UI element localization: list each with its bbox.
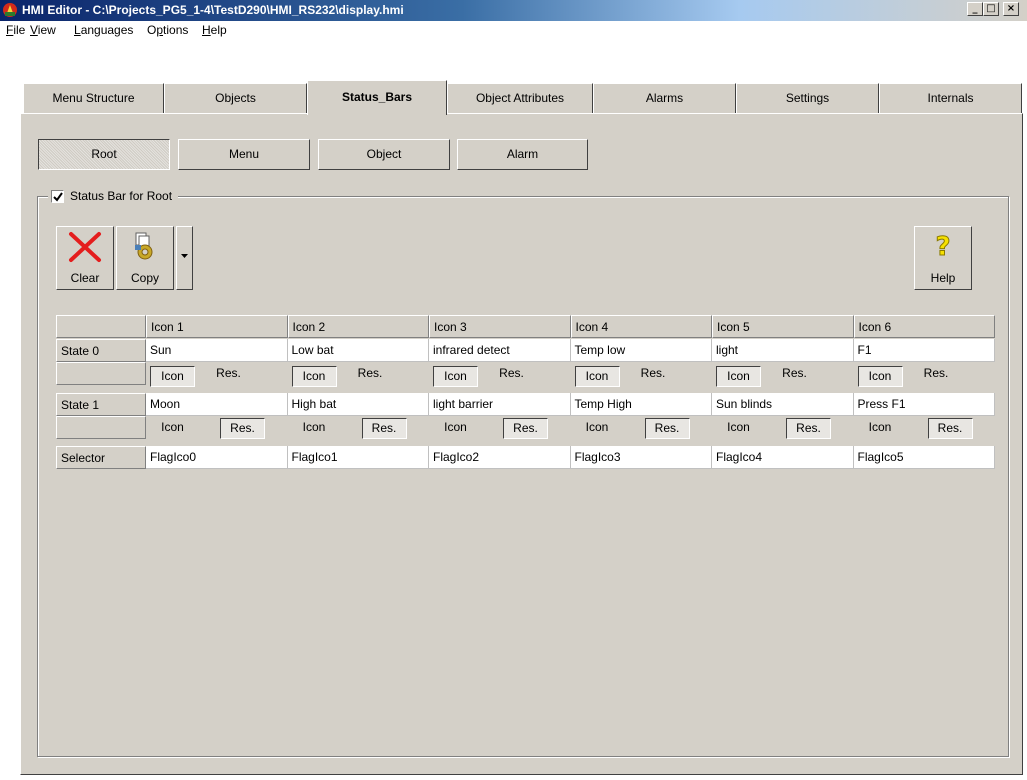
state1-res-button[interactable]: Res. [927,418,973,439]
object-button[interactable]: Object [318,139,450,170]
menu-file[interactable]: File [6,23,25,37]
svg-text:?: ? [935,232,950,261]
state0-icon-button[interactable]: Icon [716,366,761,387]
menu-button[interactable]: Menu [178,139,310,170]
status-bar-checkbox[interactable]: Status Bar for Root [48,188,179,204]
minimize-button[interactable]: _ [967,2,983,16]
state1-icon-button[interactable]: Icon [433,418,478,439]
tab-alarms[interactable]: Alarms [593,83,736,113]
check-icon [53,191,63,202]
root-button[interactable]: Root [38,139,170,170]
state1-text-cell[interactable]: Temp High [570,393,712,416]
chevron-down-icon [181,254,188,258]
row-label-state0: State 0 [56,339,146,362]
selector-text-cell[interactable]: FlagIco5 [853,446,995,469]
state0-icon-button[interactable]: Icon [857,366,903,387]
copy-dropdown-button[interactable] [176,226,193,290]
state0-text-cell[interactable]: Sun [146,339,288,362]
checkbox-box[interactable] [51,189,64,203]
tab-settings[interactable]: Settings [736,83,879,113]
state0-res-button[interactable]: Res. [489,364,534,385]
status-bar-label: Status Bar for Root [70,189,173,203]
row-label-selector: Selector [56,446,146,469]
row-label-state1: State 1 [56,393,146,416]
state1-text-cell[interactable]: Sun blinds [712,393,854,416]
state1-res-button[interactable]: Res. [503,418,548,439]
state1-text-cell[interactable]: Moon [146,393,288,416]
row-label-blank [56,362,146,385]
selector-text-cell[interactable]: FlagIco1 [287,446,429,469]
state0-text-cell[interactable]: Temp low [570,339,712,362]
state1-icon-button[interactable]: Icon [716,418,761,439]
menu-languages[interactable]: Languages [74,23,133,37]
close-button[interactable]: × [1003,2,1019,16]
state0-text-cell[interactable]: light [712,339,854,362]
state1-icon-button[interactable]: Icon [150,418,195,439]
state0-icon-button[interactable]: Icon [291,366,337,387]
state0-res-button[interactable]: Res. [631,364,676,385]
alarm-button[interactable]: Alarm [457,139,588,170]
column-header: Icon 5 [712,315,854,338]
clear-button[interactable]: Clear [56,226,114,290]
selector-text-cell[interactable]: FlagIco3 [570,446,712,469]
maximize-button[interactable]: □ [983,2,999,16]
tab-objects[interactable]: Objects [164,83,307,113]
copy-button[interactable]: Copy [116,226,174,290]
hmi-editor-window: HMI Editor - C:\Projects_PG5_1-4\TestD29… [0,0,1027,780]
selector-text-cell[interactable]: FlagIco2 [429,446,571,469]
state0-text-cell[interactable]: infrared detect [429,339,571,362]
tab-internals[interactable]: Internals [879,83,1022,113]
state0-res-button[interactable]: Res. [348,364,393,385]
menu-options[interactable]: Options [147,23,188,37]
state1-text-cell[interactable]: High bat [287,393,429,416]
selector-text-cell[interactable]: FlagIco0 [146,446,288,469]
state0-icon-button[interactable]: Icon [150,366,195,387]
state0-text-cell[interactable]: F1 [853,339,995,362]
state1-text-cell[interactable]: Press F1 [853,393,995,416]
copy-label: Copy [130,271,159,285]
state0-res-button[interactable]: Res. [914,364,959,385]
state1-text-cell[interactable]: light barrier [429,393,571,416]
state1-res-button[interactable]: Res. [220,418,265,439]
selector-text-cell[interactable]: FlagIco4 [712,446,854,469]
state1-res-button[interactable]: Res. [361,418,407,439]
state1-res-button[interactable]: Res. [786,418,831,439]
title-bar[interactable]: HMI Editor - C:\Projects_PG5_1-4\TestD29… [0,0,1027,21]
tab-object-attributes[interactable]: Object Attributes [447,83,593,113]
state0-text-cell[interactable]: Low bat [287,339,429,362]
help-label: Help [930,271,956,285]
tab-status-bars[interactable]: Status_Bars [307,80,447,115]
state1-icon-button[interactable]: Icon [575,418,620,439]
clear-x-icon [69,232,101,262]
column-header: Icon 3 [429,315,571,338]
state0-icon-button[interactable]: Icon [574,366,620,387]
column-header: Icon 4 [570,315,712,338]
state0-res-button[interactable]: Res. [772,364,817,385]
state1-icon-button[interactable]: Icon [858,418,903,439]
row-label-blank [56,416,146,439]
menu-help[interactable]: Help [202,23,227,37]
menu-view[interactable]: View [30,23,56,37]
column-header: Icon 1 [146,315,288,338]
state0-res-button[interactable]: Res. [206,364,251,385]
tab-menu-structure[interactable]: Menu Structure [23,83,164,113]
column-header: Icon 6 [853,315,995,338]
help-button[interactable]: ? Help [914,226,972,290]
state0-icon-button[interactable]: Icon [433,366,478,387]
state1-icon-button[interactable]: Icon [292,418,337,439]
app-icon [3,3,17,17]
copy-gear-icon [135,232,153,260]
clear-label: Clear [70,271,100,285]
help-question-icon: ? [935,232,951,262]
state1-res-button[interactable]: Res. [644,418,690,439]
table-corner [56,315,146,338]
column-header: Icon 2 [287,315,429,338]
window-title: HMI Editor - C:\Projects_PG5_1-4\TestD29… [22,3,404,17]
